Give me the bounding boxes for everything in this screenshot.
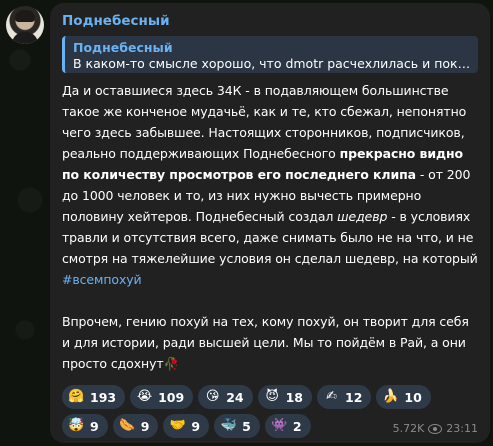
reaction-emoji: 🤗 [68,389,85,404]
eye-icon [428,423,443,434]
reaction-emoji: 😘 [205,389,220,404]
reaction-emoji: 🍌 [382,389,399,404]
message-text: Да и оставшиеся здесь 34К - в подавляюще… [62,80,478,374]
message-paragraph-2: Впрочем, гению похуй на тех, кому похуй,… [62,314,469,371]
reaction-count: 9 [140,418,150,434]
reaction-count: 9 [191,418,201,434]
reaction-chip[interactable]: 😘 24 [198,385,253,409]
reaction-chip[interactable]: 🐳 5 [214,414,260,438]
reaction-emoji: 😈 [265,389,279,404]
reaction-chip[interactable]: 😭 109 [130,385,194,409]
sender-name[interactable]: Поднебесный [62,12,478,32]
reply-author: Поднебесный [73,40,173,55]
reaction-emoji: 😭 [136,389,153,404]
message-meta: 5.72K 23:11 [393,422,478,435]
reaction-chip[interactable]: 👾 2 [264,414,311,438]
reaction-chip[interactable]: 😈 18 [257,385,312,409]
reaction-count: 5 [242,418,251,434]
reaction-emoji: 🤝 [169,418,186,433]
message-paragraph-1: Да и оставшиеся здесь 34К - в подавляюще… [62,80,478,290]
hashtag-link[interactable]: #всемпохуй [62,272,142,287]
reaction-chip[interactable]: 🤯 9 [62,414,108,438]
views-count: 5.72K [392,422,425,435]
avatar-hair [15,10,35,22]
reply-text: В каком-то смысле хорошо, что dmotr расч… [73,56,473,71]
reaction-emoji: 🐳 [220,418,237,433]
reply-quote[interactable]: Поднебесный В каком-то смысле хорошо, чт… [62,36,478,73]
reactions-row: 🤗 193 😭 109 😘 24 😈 18 ✍ 12 🍌 10 [62,385,482,409]
channel-avatar[interactable] [6,6,44,44]
reaction-chip[interactable]: 🌭 9 [112,414,159,438]
reaction-count: 24 [226,389,244,405]
message-time: 23:11 [446,422,478,435]
message-bubble: Поднебесный Поднебесный В каком-то смысл… [50,3,490,443]
reaction-emoji: 🌭 [119,418,136,433]
italic-text: шедевр [337,209,388,224]
avatar-body [12,32,38,44]
reaction-count: 109 [158,389,185,405]
reaction-chip[interactable]: 🤗 193 [62,385,126,409]
reaction-count: 10 [404,389,422,405]
reaction-count: 12 [345,389,363,405]
reaction-chip[interactable]: ✍ 12 [317,385,372,409]
reaction-chip[interactable]: 🤝 9 [163,414,210,438]
reaction-count: 18 [285,389,303,405]
reaction-emoji: 👾 [271,418,288,433]
reaction-emoji: 🤯 [68,418,85,433]
reaction-chip[interactable]: 🍌 10 [376,385,431,409]
reaction-count: 193 [90,389,117,405]
reaction-count: 2 [292,418,302,434]
reaction-count: 9 [90,418,99,434]
reaction-emoji: ✍ [326,389,337,404]
